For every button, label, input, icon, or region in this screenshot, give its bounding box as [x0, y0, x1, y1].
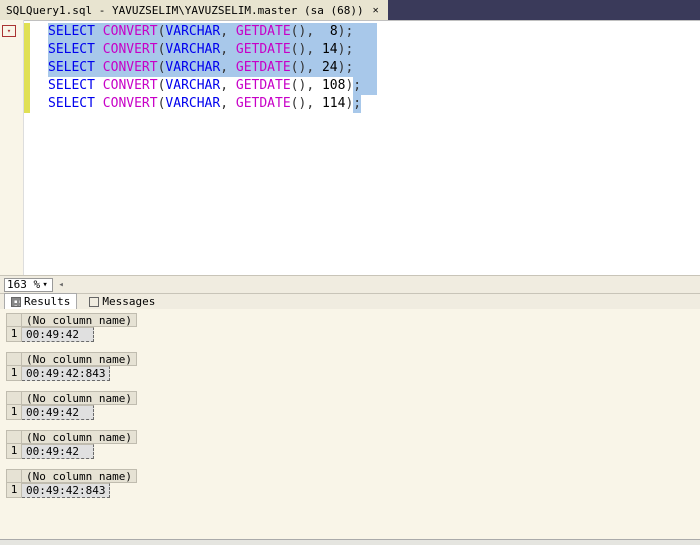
- column-header[interactable]: (No column name): [22, 391, 137, 405]
- result-grid: (No column name) 100:49:42: [6, 391, 694, 420]
- cell-value[interactable]: 00:49:42:843: [22, 483, 110, 498]
- row-number: 1: [6, 327, 22, 342]
- grid-corner[interactable]: [6, 469, 22, 483]
- tab-messages[interactable]: Messages: [83, 294, 161, 309]
- result-grid: (No column name) 100:49:42: [6, 430, 694, 459]
- cell-value[interactable]: 00:49:42:843: [22, 366, 110, 381]
- cell-value[interactable]: 00:49:42: [22, 444, 94, 459]
- editor-pane: ▾ SELECT CONVERT(VARCHAR, GETDATE(), 8);…: [0, 20, 700, 275]
- row-number: 1: [6, 405, 22, 420]
- tab-results[interactable]: Results: [4, 293, 77, 309]
- nav-back-icon[interactable]: ◂: [55, 280, 67, 290]
- result-grid: (No column name) 100:49:42:843: [6, 352, 694, 381]
- file-tab[interactable]: SQLQuery1.sql - YAVUZSELIM\YAVUZSELIM.ma…: [0, 0, 388, 20]
- result-panel-tabs: Results Messages: [0, 293, 700, 309]
- table-row[interactable]: 100:49:42: [6, 327, 694, 342]
- close-icon[interactable]: ✕: [370, 4, 382, 16]
- cell-value[interactable]: 00:49:42: [22, 327, 94, 342]
- column-header[interactable]: (No column name): [22, 469, 137, 483]
- editor-margin-icons: ▾: [0, 20, 24, 275]
- messages-icon: [89, 297, 99, 307]
- zoom-value: 163 %: [7, 278, 40, 291]
- column-header[interactable]: (No column name): [22, 430, 137, 444]
- table-row[interactable]: 100:49:42:843: [6, 483, 694, 498]
- tab-bar: SQLQuery1.sql - YAVUZSELIM\YAVUZSELIM.ma…: [0, 0, 700, 20]
- column-header[interactable]: (No column name): [22, 352, 137, 366]
- grid-corner[interactable]: [6, 391, 22, 405]
- zoom-bar: 163 % ▾ ◂: [0, 275, 700, 293]
- change-gutter: [24, 23, 30, 41]
- file-tab-title: SQLQuery1.sql - YAVUZSELIM\YAVUZSELIM.ma…: [6, 4, 364, 17]
- table-row[interactable]: 100:49:42: [6, 444, 694, 459]
- statement-selector-icon[interactable]: ▾: [2, 25, 16, 37]
- row-number: 1: [6, 366, 22, 381]
- results-pane[interactable]: (No column name) 100:49:42 (No column na…: [0, 309, 700, 539]
- tab-results-label: Results: [24, 295, 70, 308]
- grid-corner[interactable]: [6, 430, 22, 444]
- result-grid: (No column name) 100:49:42: [6, 313, 694, 342]
- row-number: 1: [6, 444, 22, 459]
- grid-corner[interactable]: [6, 313, 22, 327]
- zoom-dropdown[interactable]: 163 % ▾: [4, 278, 53, 292]
- code-editor[interactable]: SELECT CONVERT(VARCHAR, GETDATE(), 8); S…: [24, 20, 700, 275]
- chevron-down-icon: ▾: [40, 280, 50, 290]
- status-bar: [0, 539, 700, 545]
- column-header[interactable]: (No column name): [22, 313, 137, 327]
- result-grid: (No column name) 100:49:42:843: [6, 469, 694, 498]
- table-row[interactable]: 100:49:42: [6, 405, 694, 420]
- grid-corner[interactable]: [6, 352, 22, 366]
- table-row[interactable]: 100:49:42:843: [6, 366, 694, 381]
- tab-messages-label: Messages: [102, 295, 155, 308]
- row-number: 1: [6, 483, 22, 498]
- cell-value[interactable]: 00:49:42: [22, 405, 94, 420]
- grid-icon: [11, 297, 21, 307]
